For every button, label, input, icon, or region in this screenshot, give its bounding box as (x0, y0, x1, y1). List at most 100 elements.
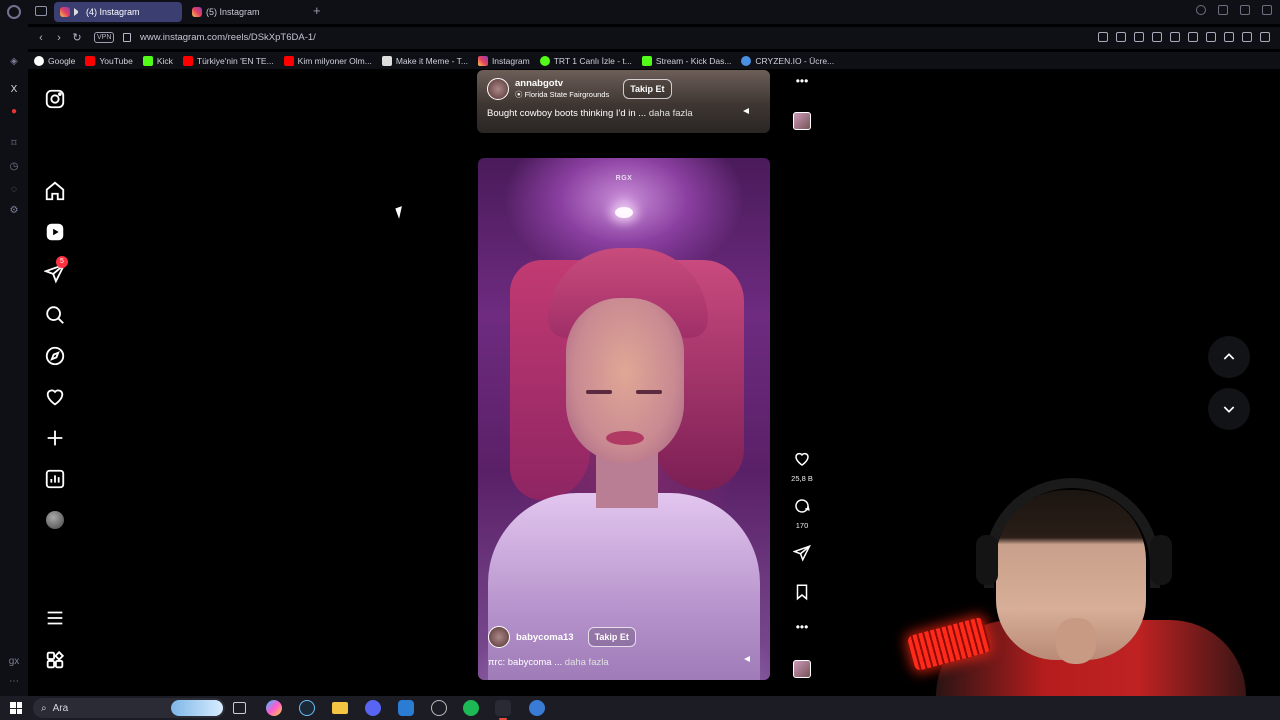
username[interactable]: babycoma13 (516, 632, 574, 643)
youtube-music-icon[interactable]: ● (8, 106, 20, 118)
history-icon[interactable]: ◷ (8, 161, 20, 173)
browser-tab-strip: (4) Instagram (5) Instagram + (0, 0, 1280, 24)
tab-instagram-active[interactable]: (4) Instagram (54, 2, 182, 22)
comment-button[interactable]: 170 (788, 497, 816, 530)
reel-caption[interactable]: Bought cowboy boots thinking I'd in ... … (487, 108, 693, 119)
lock-icon[interactable] (123, 33, 131, 42)
easy-setup-icon[interactable] (1260, 32, 1270, 42)
mute-icon[interactable] (744, 654, 754, 664)
task-view-icon[interactable] (233, 702, 246, 714)
taskbar-search[interactable]: ⌕ Ara (33, 698, 225, 718)
dashboard-icon[interactable] (44, 468, 66, 490)
outlook-icon[interactable] (398, 700, 414, 716)
bookmark-youtube[interactable]: YouTube (85, 55, 133, 66)
more-options-icon[interactable]: ••• (788, 74, 816, 88)
make-it-meme-icon (381, 55, 392, 66)
pin-icon[interactable] (1116, 32, 1126, 42)
bookmark-instagram[interactable]: Instagram (477, 55, 530, 66)
heart-icon[interactable] (1188, 32, 1198, 42)
maximize-button[interactable] (1240, 5, 1250, 15)
audio-thumbnail[interactable] (788, 660, 816, 678)
more-link[interactable]: daha fazla (649, 108, 693, 119)
start-button[interactable] (10, 702, 22, 714)
also-from-meta-icon[interactable] (44, 649, 66, 671)
username[interactable]: annabgotv (515, 78, 609, 89)
bookmark-kick-dashboard[interactable]: Stream - Kick Das... (641, 55, 731, 66)
opera-gx-icon[interactable] (495, 700, 511, 720)
new-tab-button[interactable]: + (313, 4, 321, 18)
close-button[interactable] (1262, 5, 1272, 15)
avatar[interactable] (487, 78, 509, 100)
tab-label: (4) Instagram (86, 7, 140, 17)
steam-icon[interactable] (299, 700, 315, 716)
wallet-icon[interactable] (1224, 32, 1234, 42)
aria-icon[interactable]: ◈ (8, 56, 20, 68)
reload-icon[interactable]: ↻ (72, 33, 82, 44)
search-tabs-icon[interactable] (1196, 5, 1206, 15)
like-button[interactable]: 25,8 B (788, 450, 816, 483)
play-icon[interactable] (1170, 32, 1180, 42)
app-icon[interactable] (529, 700, 545, 716)
home-icon[interactable] (44, 180, 66, 202)
previous-reel-button[interactable] (1208, 336, 1250, 378)
messenger-icon[interactable]: ◌ (8, 184, 20, 196)
copilot-icon[interactable] (266, 700, 282, 716)
tab-instagram[interactable]: (5) Instagram (186, 2, 312, 22)
x-twitter-icon[interactable]: X (8, 84, 20, 96)
bookmark-google[interactable]: Google (34, 55, 75, 66)
more-link[interactable]: daha fazla (565, 657, 609, 668)
current-reel-video[interactable]: RGX babycoma13 Takip Et πrc: babycoma ..… (478, 158, 770, 680)
mute-icon[interactable] (743, 106, 753, 116)
url-field[interactable]: www.instagram.com/reels/DSkXpT6DA-1/ (140, 32, 316, 43)
chrome-icon[interactable] (431, 700, 447, 716)
follow-button[interactable]: Takip Et (587, 627, 636, 647)
messages-icon[interactable]: 5 (43, 256, 68, 284)
bookmark-cryzen[interactable]: CRYZEN.IO - Ücre... (741, 55, 834, 66)
share-button[interactable] (788, 544, 816, 567)
previous-reel[interactable]: annabgotv ⦿ Florida State Fairgrounds Ta… (477, 70, 770, 133)
profile-avatar[interactable] (44, 509, 66, 531)
bookmark-kick[interactable]: Kick (142, 55, 173, 66)
next-reel-button[interactable] (1208, 388, 1250, 430)
search-icon[interactable] (44, 304, 66, 326)
more-options-icon[interactable]: ••• (788, 620, 816, 634)
avatar[interactable] (488, 626, 510, 648)
follow-button[interactable]: Takip Et (623, 79, 672, 99)
vpn-badge[interactable]: VPN (94, 32, 115, 43)
bookmark-make-it-meme[interactable]: Make it Meme - T... (381, 55, 468, 66)
audio-thumbnail[interactable] (788, 112, 816, 130)
browser-logo-icon[interactable] (7, 5, 21, 19)
gx-icon[interactable]: gx (8, 656, 20, 668)
pinboard-icon[interactable]: ⌑ (8, 138, 20, 150)
create-icon[interactable] (44, 427, 66, 449)
workspaces-icon[interactable] (35, 6, 47, 16)
reel-author: babycoma13 Takip Et (488, 626, 636, 648)
forward-icon[interactable]: › (54, 33, 64, 44)
settings-icon[interactable]: ⚙ (8, 205, 20, 217)
bookmark-youtube-video-2[interactable]: Kim milyoner Olm... (283, 55, 372, 66)
file-explorer-icon[interactable] (332, 702, 348, 714)
reels-icon[interactable] (44, 221, 66, 243)
back-icon[interactable]: ‹ (36, 33, 46, 44)
bookmarks-bar: Google YouTube Kick Türkiye'nin 'EN TE..… (28, 52, 1280, 69)
shield-icon[interactable] (1152, 32, 1162, 42)
notifications-icon[interactable] (44, 386, 66, 408)
save-button[interactable] (788, 583, 816, 606)
like-count: 25,8 B (791, 474, 813, 483)
minimize-button[interactable] (1218, 5, 1228, 15)
location[interactable]: ⦿ Florida State Fairgrounds (515, 89, 609, 100)
download-icon[interactable] (1242, 32, 1252, 42)
more-icon[interactable]: ⋯ (8, 676, 20, 688)
bookmark-youtube-video-1[interactable]: Türkiye'nin 'EN TE... (182, 55, 274, 66)
discord-icon[interactable] (365, 700, 381, 716)
reel-caption[interactable]: πrc: babycoma ... daha fazla (488, 657, 609, 668)
zoom-icon[interactable] (1098, 32, 1108, 42)
snapshot-icon[interactable] (1134, 32, 1144, 42)
instagram-logo-icon[interactable] (44, 88, 66, 110)
audio-playing-icon[interactable] (74, 8, 82, 16)
bookmark-trt1[interactable]: TRT 1 Canlı İzle - t... (539, 55, 632, 66)
extensions-icon[interactable] (1206, 32, 1216, 42)
menu-icon[interactable] (44, 607, 66, 629)
spotify-icon[interactable] (463, 700, 479, 716)
explore-icon[interactable] (44, 345, 66, 367)
